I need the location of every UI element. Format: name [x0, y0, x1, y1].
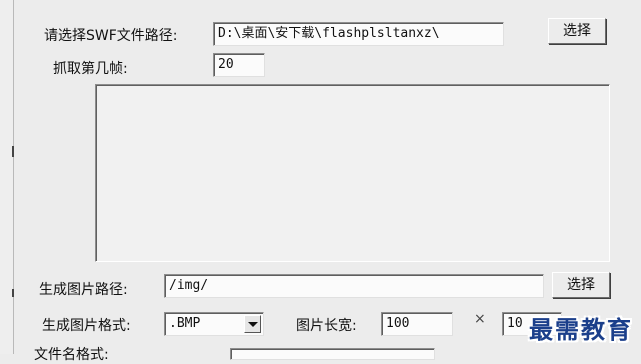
window-left-edge	[0, 0, 14, 354]
frame-number-input[interactable]: 20	[213, 53, 265, 77]
times-symbol: ×	[474, 311, 486, 327]
image-format-value: .BMP	[169, 316, 201, 331]
watermark-logo: 最需教育	[529, 315, 633, 344]
preview-area	[95, 84, 610, 262]
swf-path-input[interactable]: D:\桌面\安下载\flashplsltanxz\	[213, 22, 504, 46]
output-path-input[interactable]: /img/	[164, 274, 544, 298]
image-format-label: 生成图片格式:	[42, 318, 131, 334]
output-browse-button[interactable]: 选择	[552, 272, 610, 298]
frame-label: 抓取第几帧:	[53, 61, 128, 77]
swf-path-label: 请选择SWF文件路径:	[44, 28, 178, 44]
swf-browse-button[interactable]: 选择	[548, 18, 606, 44]
filename-format-input[interactable]	[230, 348, 435, 360]
image-width-input[interactable]: 100	[381, 312, 453, 336]
filename-format-label: 文件名格式:	[34, 347, 109, 363]
image-size-label: 图片长宽:	[296, 318, 357, 334]
edge-tick	[12, 289, 14, 297]
chevron-down-icon[interactable]	[244, 315, 261, 333]
image-format-select[interactable]: .BMP	[164, 312, 264, 336]
edge-tick	[12, 146, 14, 157]
output-path-label: 生成图片路径:	[39, 282, 128, 298]
